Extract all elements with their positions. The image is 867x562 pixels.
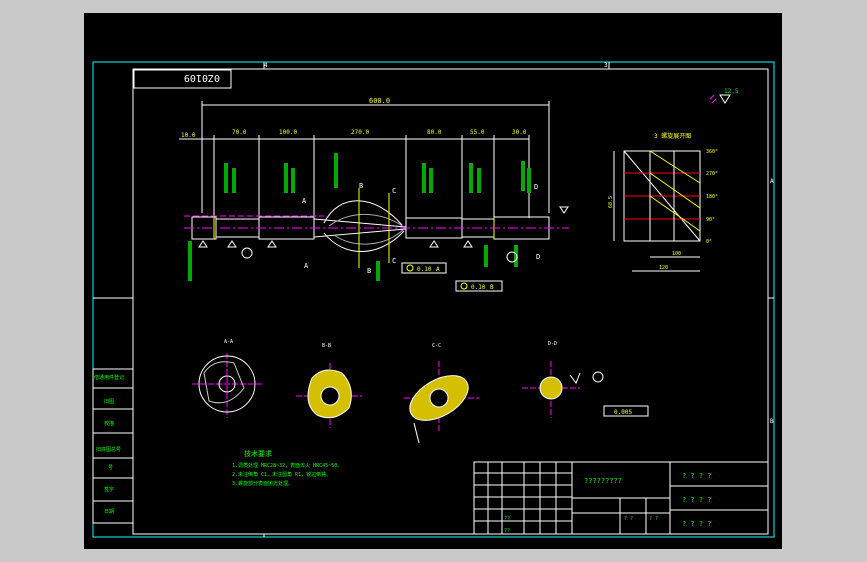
technical-requirements: 技术要求 1.调质处理 HRC28~32，表面淬火 HRC45~50。 2.未注…: [232, 449, 342, 487]
svg-text:号: 号: [108, 465, 113, 471]
svg-text:68.5: 68.5: [608, 196, 614, 208]
left-record-strip: 借通用件登记 旧图 校描 旧底图总号 号 签字 日期: [92, 368, 134, 524]
svg-text:0.005: 0.005: [614, 409, 632, 416]
cad-viewport[interactable]: 4 3 A B 0Z0109 12.5 600.0 10.0 70.0 100.…: [0, 0, 867, 562]
helix-unwrap-diagram: 3 螺旋展开图 360° 270° 180° 90° 0° 120 100 68…: [608, 132, 718, 272]
roughness-icon: [719, 94, 731, 104]
title-cell: ?????????: [584, 477, 622, 485]
title-block: ????????? ? ? ? ? ? ? ? ? ? ? ? ? ?? ?? …: [473, 461, 769, 535]
svg-text:旧图: 旧图: [104, 398, 114, 405]
section-c-c: C-C: [404, 343, 479, 444]
svg-text:0°: 0°: [706, 239, 712, 245]
svg-text:D: D: [536, 253, 540, 261]
tolerance-frame-1: 0.10 A: [401, 262, 447, 274]
drawing-canvas[interactable]: 4 3 A B 0Z0109 12.5 600.0 10.0 70.0 100.…: [84, 13, 782, 549]
svg-text:A: A: [304, 262, 309, 270]
svg-text:? ?: ? ?: [624, 516, 633, 522]
svg-text:日期: 日期: [104, 509, 114, 515]
svg-text:0.10: 0.10: [471, 284, 486, 291]
svg-text:A: A: [302, 197, 307, 205]
roughness-icon: [709, 94, 717, 104]
svg-text:3 螺旋展开图: 3 螺旋展开图: [654, 132, 691, 140]
zone-label-top: 4: [264, 62, 268, 69]
svg-text:C-C: C-C: [432, 343, 441, 349]
svg-text:2.未注倒角 C1，未注圆角 R1，锐边倒钝。: 2.未注倒角 C1，未注圆角 R1，锐边倒钝。: [232, 471, 331, 478]
dimension-text: 80.0: [427, 129, 442, 136]
svg-text:D: D: [534, 183, 538, 191]
svg-text:A: A: [436, 266, 440, 273]
dimension-text: 70.0: [232, 129, 247, 136]
svg-text:C: C: [392, 187, 396, 195]
svg-text:3.螺旋部分表面抛光处理。: 3.螺旋部分表面抛光处理。: [232, 480, 293, 487]
svg-text:技术要求: 技术要求: [244, 449, 272, 458]
svg-text:? ? ? ?: ? ? ? ?: [682, 472, 712, 480]
svg-text:120: 120: [659, 265, 668, 271]
svg-text:D-D: D-D: [548, 341, 557, 347]
svg-text:借通用件登记: 借通用件登记: [94, 374, 124, 381]
dimension-text: 100.0: [279, 129, 297, 136]
svg-text:B: B: [367, 267, 371, 275]
svg-text:B: B: [359, 182, 363, 190]
svg-text:270°: 270°: [706, 171, 718, 177]
surface-roughness: 12.5: [724, 88, 739, 95]
section-b-b: B-B: [296, 343, 362, 428]
section-d-d: D-D 0.005: [522, 341, 649, 418]
dimension-text: 55.0: [470, 129, 485, 136]
svg-text:旧底图总号: 旧底图总号: [96, 446, 121, 453]
svg-text:B: B: [490, 284, 494, 291]
zone-label-right: B: [770, 418, 774, 425]
dimension-text: 30.0: [512, 129, 527, 136]
svg-text:B-B: B-B: [322, 343, 331, 349]
svg-text:180°: 180°: [706, 194, 718, 200]
svg-text:??: ??: [504, 516, 510, 522]
section-a-a: A-A: [192, 339, 264, 418]
code-box-text: 0Z0109: [184, 72, 220, 83]
svg-text:? ? ? ?: ? ? ? ?: [682, 496, 712, 504]
zone-label-right: A: [770, 178, 774, 185]
dimension-text: 10.0: [181, 132, 196, 139]
zone-label-top: 3: [604, 62, 608, 69]
svg-text:A-A: A-A: [224, 339, 233, 345]
svg-text:??: ??: [504, 528, 510, 534]
svg-text:360°: 360°: [706, 149, 718, 155]
dimension-text: 270.0: [351, 129, 369, 136]
tolerance-frame-2: 0.10 B: [455, 280, 503, 292]
svg-text:? ? ? ?: ? ? ? ?: [682, 520, 712, 528]
svg-text:签字: 签字: [104, 486, 114, 493]
svg-text:C: C: [392, 257, 396, 265]
svg-text:90°: 90°: [706, 217, 715, 223]
overall-dimension: 600.0: [369, 97, 390, 105]
svg-text:100: 100: [672, 251, 681, 257]
svg-text:0.10: 0.10: [417, 266, 432, 273]
svg-text:? ?: ? ?: [649, 516, 658, 522]
svg-text:校描: 校描: [104, 420, 114, 427]
svg-text:1.调质处理 HRC28~32，表面淬火 HRC45~50。: 1.调质处理 HRC28~32，表面淬火 HRC45~50。: [232, 462, 342, 469]
engineering-drawing: 4 3 A B 0Z0109 12.5 600.0 10.0 70.0 100.…: [92, 61, 775, 538]
datum-triangles: [198, 206, 569, 263]
